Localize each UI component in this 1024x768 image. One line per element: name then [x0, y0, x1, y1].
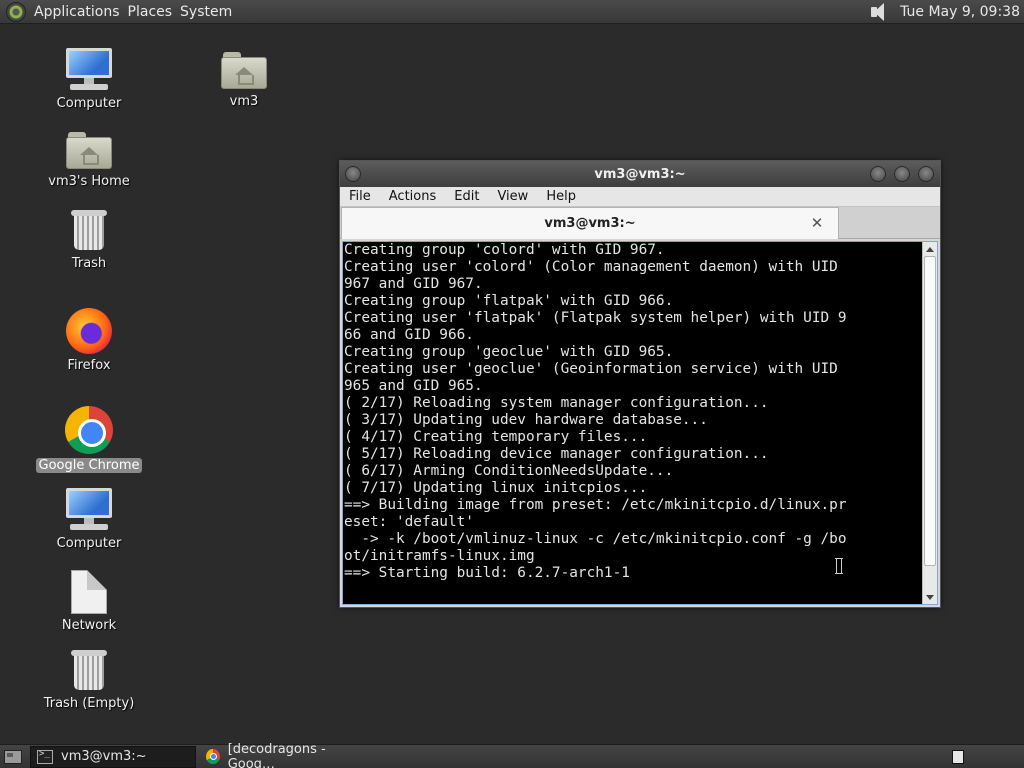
- taskbar-item-label: vm3@vm3:~: [61, 749, 147, 764]
- menu-file[interactable]: File: [340, 189, 380, 204]
- desktop-icon-label: Computer: [56, 96, 122, 111]
- menu-places[interactable]: Places: [126, 0, 179, 24]
- taskbar-item-terminal[interactable]: vm3@vm3:~: [30, 745, 196, 768]
- terminal-line: Creating user 'colord' (Color management…: [344, 259, 838, 275]
- menu-actions[interactable]: Actions: [380, 189, 446, 204]
- terminal-line: ( 4/17) Creating temporary files...: [344, 429, 648, 445]
- top-panel-tray: Tue May 9, 09:38: [868, 0, 1024, 24]
- document-icon: [71, 570, 107, 614]
- menu-system[interactable]: System: [178, 0, 238, 24]
- desktop-icon-label: Trash (Empty): [43, 696, 135, 711]
- chrome-icon: [65, 406, 113, 454]
- terminal-line: ( 7/17) Updating linux initcpios...: [344, 480, 648, 496]
- terminal-line: 967 and GID 967.: [344, 276, 483, 292]
- home-folder-icon: [66, 130, 112, 170]
- home-folder-icon: [221, 50, 267, 90]
- terminal-output[interactable]: Creating group 'colord' with GID 967. Cre…: [342, 241, 938, 605]
- desktop-icon-trash-empty[interactable]: Trash (Empty): [34, 648, 144, 711]
- terminal-icon: [37, 749, 53, 764]
- terminal-line: ( 3/17) Updating udev hardware database.…: [344, 412, 708, 428]
- desktop-icon-chrome[interactable]: Google Chrome: [34, 406, 144, 473]
- taskbar-item-chrome[interactable]: [decodragons - Goog…: [200, 742, 370, 768]
- terminal-line: ( 6/17) Arming ConditionNeedsUpdate...: [344, 463, 674, 479]
- terminal-scrollbar[interactable]: [922, 242, 937, 604]
- desktop-icon-label: vm3's Home: [48, 174, 130, 189]
- desktop-icon-label: Firefox: [67, 358, 111, 373]
- terminal-line: Creating user 'flatpak' (Flatpak system …: [344, 310, 847, 326]
- scroll-down-icon[interactable]: [923, 590, 937, 604]
- desktop-icon-firefox[interactable]: Firefox: [34, 308, 144, 373]
- clock[interactable]: Tue May 9, 09:38: [900, 4, 1024, 20]
- maximize-button[interactable]: [894, 166, 910, 182]
- window-title: vm3@vm3:~: [594, 166, 686, 182]
- terminal-line: ==> Building image from preset: /etc/mki…: [344, 497, 847, 513]
- desktop-icon-label: Trash: [71, 256, 107, 271]
- scrollbar-thumb[interactable]: [924, 256, 936, 566]
- desktop-icon-vm3[interactable]: vm3: [189, 50, 299, 109]
- terminal-line: -> -k /boot/vmlinuz-linux -c /etc/mkinit…: [344, 531, 847, 547]
- terminal-line: Creating group 'flatpak' with GID 966.: [344, 293, 674, 309]
- desktop-icon-label: vm3: [229, 94, 259, 109]
- workspace-switcher[interactable]: [952, 749, 964, 764]
- terminal-line: 965 and GID 965.: [344, 378, 483, 394]
- scroll-up-icon[interactable]: [923, 242, 937, 256]
- desktop-icon-trash[interactable]: Trash: [34, 208, 144, 271]
- terminal-tab[interactable]: vm3@vm3:~ ✕: [341, 207, 839, 239]
- menu-help[interactable]: Help: [537, 189, 585, 204]
- distro-logo-icon[interactable]: [6, 1, 26, 22]
- terminal-menubar: File Actions Edit View Help: [340, 187, 940, 207]
- trash-icon: [69, 648, 109, 692]
- terminal-window: vm3@vm3:~ File Actions Edit View Help vm…: [339, 160, 941, 608]
- desktop-icon-label: Computer: [56, 536, 122, 551]
- desktop-icon-network[interactable]: Network: [34, 570, 144, 633]
- tab-close-icon[interactable]: ✕: [810, 216, 824, 231]
- menu-view[interactable]: View: [488, 189, 537, 204]
- close-button[interactable]: [918, 166, 934, 182]
- terminal-line: ( 5/17) Reloading device manager configu…: [344, 446, 769, 462]
- window-titlebar[interactable]: vm3@vm3:~: [340, 161, 940, 187]
- desktop-icon-label: Google Chrome: [35, 458, 143, 473]
- terminal-line: ( 2/17) Reloading system manager configu…: [344, 395, 769, 411]
- terminal-text: Creating group 'colord' with GID 967. Cre…: [344, 242, 924, 604]
- desktop-icon-label: Network: [61, 618, 117, 633]
- terminal-line: Creating user 'geoclue' (Geoinformation …: [344, 361, 838, 377]
- computer-icon: [64, 46, 114, 92]
- taskbar-item-label: [decodragons - Goog…: [227, 741, 326, 768]
- bottom-panel: vm3@vm3:~ [decodragons - Goog…: [0, 742, 1024, 768]
- window-menu-button[interactable]: [345, 166, 361, 182]
- desktop-icon-computer-2[interactable]: Computer: [34, 486, 144, 551]
- terminal-line: 66 and GID 966.: [344, 327, 474, 343]
- trash-icon: [69, 208, 109, 252]
- tab-title: vm3@vm3:~: [544, 216, 636, 231]
- show-desktop-icon[interactable]: [4, 749, 22, 764]
- terminal-tabbar: vm3@vm3:~ ✕: [340, 207, 940, 239]
- top-panel: Applications Places System Tue May 9, 09…: [0, 0, 1024, 24]
- terminal-line: Creating group 'geoclue' with GID 965.: [344, 344, 674, 360]
- terminal-line: eset: 'default': [344, 514, 474, 530]
- menu-edit[interactable]: Edit: [445, 189, 488, 204]
- desktop-icon-computer[interactable]: Computer: [34, 46, 144, 111]
- computer-icon: [64, 486, 114, 532]
- menu-applications[interactable]: Applications: [32, 0, 126, 24]
- text-cursor-icon: [835, 558, 843, 574]
- terminal-line: Creating group 'colord' with GID 967.: [344, 242, 665, 258]
- chrome-icon: [206, 749, 220, 764]
- volume-icon[interactable]: [868, 1, 890, 23]
- desktop-icon-home[interactable]: vm3's Home: [34, 130, 144, 189]
- firefox-icon: [66, 308, 112, 354]
- minimize-button[interactable]: [870, 166, 886, 182]
